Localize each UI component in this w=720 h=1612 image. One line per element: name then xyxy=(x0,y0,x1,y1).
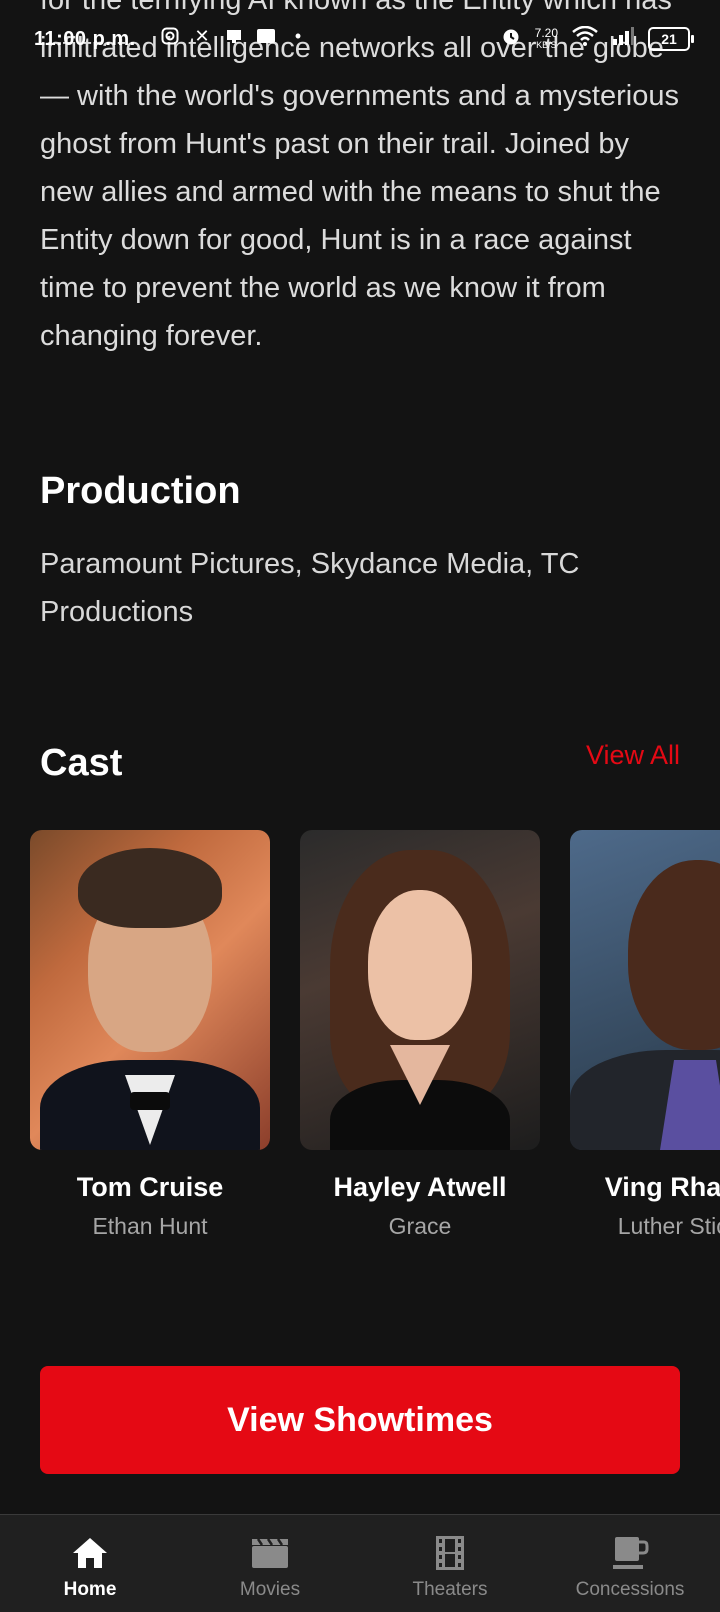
view-all-cast-link[interactable]: View All xyxy=(586,740,680,771)
cast-name: Tom Cruise xyxy=(76,1172,224,1202)
cast-card[interactable]: Hayley Atwell Grace xyxy=(300,830,540,1240)
nav-label: Concessions xyxy=(575,1579,685,1600)
nav-item-concessions[interactable]: Concessions xyxy=(540,1515,720,1612)
battery-indicator: 21 xyxy=(648,27,694,51)
movie-details-screen: for the terrifying AI known as the Entit… xyxy=(0,0,720,1612)
film-strip-icon xyxy=(430,1535,470,1571)
cast-photo xyxy=(570,830,720,1150)
nav-item-movies[interactable]: Movies xyxy=(180,1515,360,1612)
cast-photo xyxy=(30,830,270,1150)
x-icon: ✕ xyxy=(194,25,210,46)
cast-photo xyxy=(300,830,540,1150)
production-companies: Paramount Pictures, Skydance Media, TC P… xyxy=(40,548,580,628)
signal-icon xyxy=(612,27,634,51)
view-showtimes-button[interactable]: View Showtimes xyxy=(40,1366,680,1474)
nav-label: Theaters xyxy=(412,1579,488,1600)
cast-card[interactable]: Ving Rhames Luther Stickell xyxy=(570,830,720,1240)
nav-label: Home xyxy=(63,1579,117,1600)
cast-role: Luther Stickell xyxy=(617,1213,720,1239)
notification-icons: ✕ • xyxy=(160,26,308,46)
nav-item-theaters[interactable]: Theaters xyxy=(360,1515,540,1612)
cast-name: Ving Rhames xyxy=(604,1172,720,1202)
cast-card[interactable]: Tom Cruise Ethan Hunt xyxy=(30,830,270,1240)
speed-value: 7.20 xyxy=(534,26,558,40)
news-icon xyxy=(256,26,276,46)
alarm-icon xyxy=(501,26,521,52)
wifi-icon xyxy=(572,25,598,52)
cast-heading: Cast xyxy=(40,742,123,784)
cast-carousel[interactable]: Tom Cruise Ethan Hunt Hayley Atwell Grac… xyxy=(30,830,720,1250)
status-bar: 11:00 p.m. ✕ • 7.20 KB/S 21 xyxy=(0,0,720,80)
cast-role: Ethan Hunt xyxy=(92,1213,208,1239)
nav-item-home[interactable]: Home xyxy=(0,1515,180,1612)
network-speed: 7.20 KB/S xyxy=(535,27,558,51)
coffee-cup-icon xyxy=(610,1535,650,1571)
speed-unit: KB/S xyxy=(536,40,557,50)
home-icon xyxy=(70,1535,110,1571)
app-notification-icon xyxy=(224,26,244,46)
system-icons: 7.20 KB/S 21 xyxy=(501,25,694,52)
status-time: 11:00 p.m. xyxy=(34,28,136,50)
cast-name: Hayley Atwell xyxy=(333,1172,507,1202)
clapperboard-icon xyxy=(250,1535,290,1571)
cast-role: Grace xyxy=(388,1213,452,1239)
bottom-navigation: Home Movies Theaters Concessions xyxy=(0,1514,720,1612)
nav-label: Movies xyxy=(239,1579,301,1600)
production-heading: Production xyxy=(40,470,241,512)
more-dots-icon: • xyxy=(294,25,302,46)
instagram-icon xyxy=(160,26,180,46)
